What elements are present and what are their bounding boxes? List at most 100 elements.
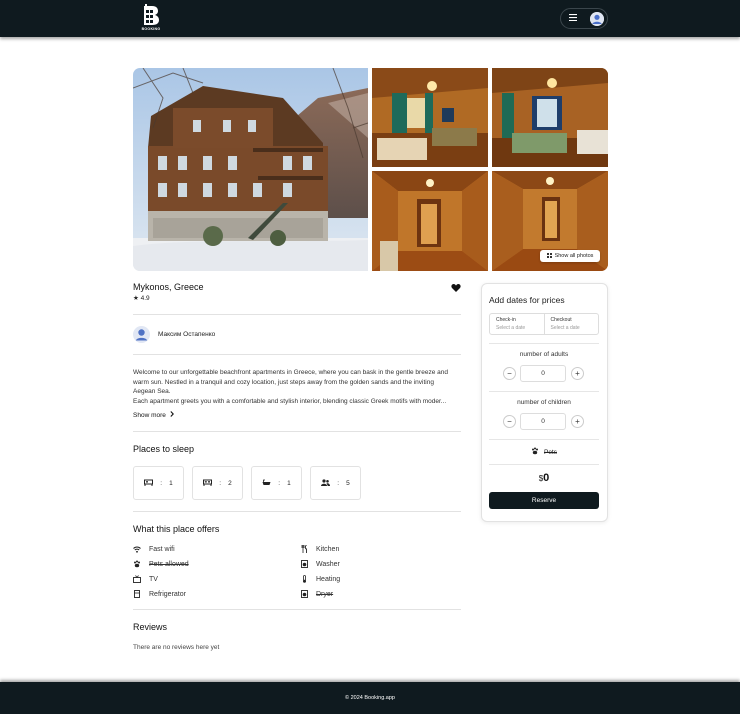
photo-gallery [133,68,608,271]
amenity-tv: TV [133,575,158,583]
sleep-card-guests: : 5 [310,466,361,500]
price-value: 0 [543,472,550,484]
amenity-washer: Washer [300,560,340,568]
wifi-icon [133,545,141,553]
total-price: $0 [489,472,599,484]
sleep-separator: : [160,479,163,487]
chevron-right-icon [170,411,174,419]
sleep-count: 1 [169,479,173,487]
adults-increment-button[interactable]: + [571,367,584,380]
sleep-count: 1 [287,479,291,487]
sleep-card-double-bed: : 2 [192,466,243,500]
amenity-label: Dryer [316,590,334,598]
show-all-photos-label: Show all photos [554,253,594,259]
checkout-placeholder: Select a date [550,325,580,331]
divider [133,354,461,355]
show-more-label: Show more [133,411,166,419]
amenity-label: TV [149,575,158,583]
guests-icon [321,478,331,488]
adults-label: number of adults [519,351,569,358]
divider [489,343,599,344]
thermometer-icon [300,575,308,583]
favorite-heart-icon[interactable] [451,283,461,293]
main-photo[interactable] [133,68,368,271]
amenity-wifi: Fast wifi [133,545,175,553]
children-label: number of children [517,399,571,406]
room-photo-3[interactable] [372,171,488,271]
star-icon: ★ [133,295,139,302]
room-photo-1[interactable] [372,68,488,167]
logo-mark-icon [141,4,161,26]
washer-icon [300,560,308,568]
sleep-count: 5 [346,479,350,487]
places-to-sleep-title: Places to sleep [133,444,195,454]
listing-title: Mykonos, Greece [133,282,204,292]
show-all-photos-button[interactable]: Show all photos [540,250,600,262]
children-increment-button[interactable]: + [571,415,584,428]
amenity-pets: Pets allowed [133,560,189,568]
date-picker: Check-in Select a date Checkout Select a… [489,313,599,335]
sleep-card-bed: : 1 [133,466,184,500]
host-name: Максим Остапенко [158,331,216,338]
room-photo-2[interactable] [492,68,608,167]
pets-label: Pets [543,448,557,456]
bathtub-icon [262,479,271,488]
rating-value: 4.9 [140,295,150,302]
description-line: Aegean Sea. [133,388,171,396]
checkin-label: Check-in [496,317,516,323]
divider [133,609,461,610]
sleep-separator: : [278,479,281,487]
footer-copyright: © 2024 Booking.app [345,695,395,701]
sleep-count: 2 [228,479,232,487]
divider [489,439,599,440]
kitchen-icon [300,545,308,553]
amenity-refrigerator: Refrigerator [133,590,186,598]
children-decrement-button[interactable]: − [503,415,516,428]
description-line: Welcome to our unforgettable beachfront … [133,369,448,376]
divider [133,431,461,432]
footer: © 2024 Booking.app [0,682,740,714]
reserve-button[interactable]: Reserve [489,492,599,509]
sleep-separator: : [219,479,222,487]
booking-card-title: Add dates for prices [489,295,565,305]
bed-icon [144,479,154,488]
amenity-dryer: Dryer [300,590,333,598]
amenity-label: Refrigerator [149,590,186,598]
host-avatar-icon[interactable] [133,326,150,343]
user-menu-button[interactable] [560,8,608,29]
paw-icon [531,447,539,457]
divider [489,391,599,392]
adults-input[interactable] [520,365,566,382]
offers-title: What this place offers [133,524,220,534]
double-bed-icon [203,479,213,488]
children-input[interactable] [520,413,566,430]
amenity-label: Pets allowed [149,560,189,568]
grid-icon [546,252,552,260]
show-more-button[interactable]: Show more [133,411,174,419]
divider [489,464,599,465]
description-line: Each apartment greets you with a comfort… [133,397,447,405]
checkin-placeholder: Select a date [496,325,526,331]
top-navbar: BOOKING [0,0,740,37]
fridge-icon [133,590,141,598]
divider [133,511,461,512]
listing-description: Welcome to our unforgettable beachfront … [133,368,463,406]
hamburger-icon [569,14,577,23]
tv-icon [133,575,141,583]
reviews-title: Reviews [133,622,168,632]
amenity-label: Kitchen [316,545,340,553]
checkout-field[interactable]: Checkout Select a date [543,314,599,334]
sleep-separator: : [337,479,340,487]
dryer-icon [300,590,308,598]
divider [133,314,461,315]
sleep-card-bathtub: : 1 [251,466,302,500]
pets-toggle[interactable]: Pets [489,447,599,457]
amenity-kitchen: Kitchen [300,545,339,553]
user-avatar-icon [590,11,604,26]
adults-decrement-button[interactable]: − [503,367,516,380]
amenity-label: Washer [316,560,340,568]
no-reviews-text: There are no reviews here yet [133,644,220,651]
checkout-label: Checkout [550,317,572,323]
booking-logo[interactable]: BOOKING [139,4,163,32]
checkin-field[interactable]: Check-in Select a date [490,314,544,334]
